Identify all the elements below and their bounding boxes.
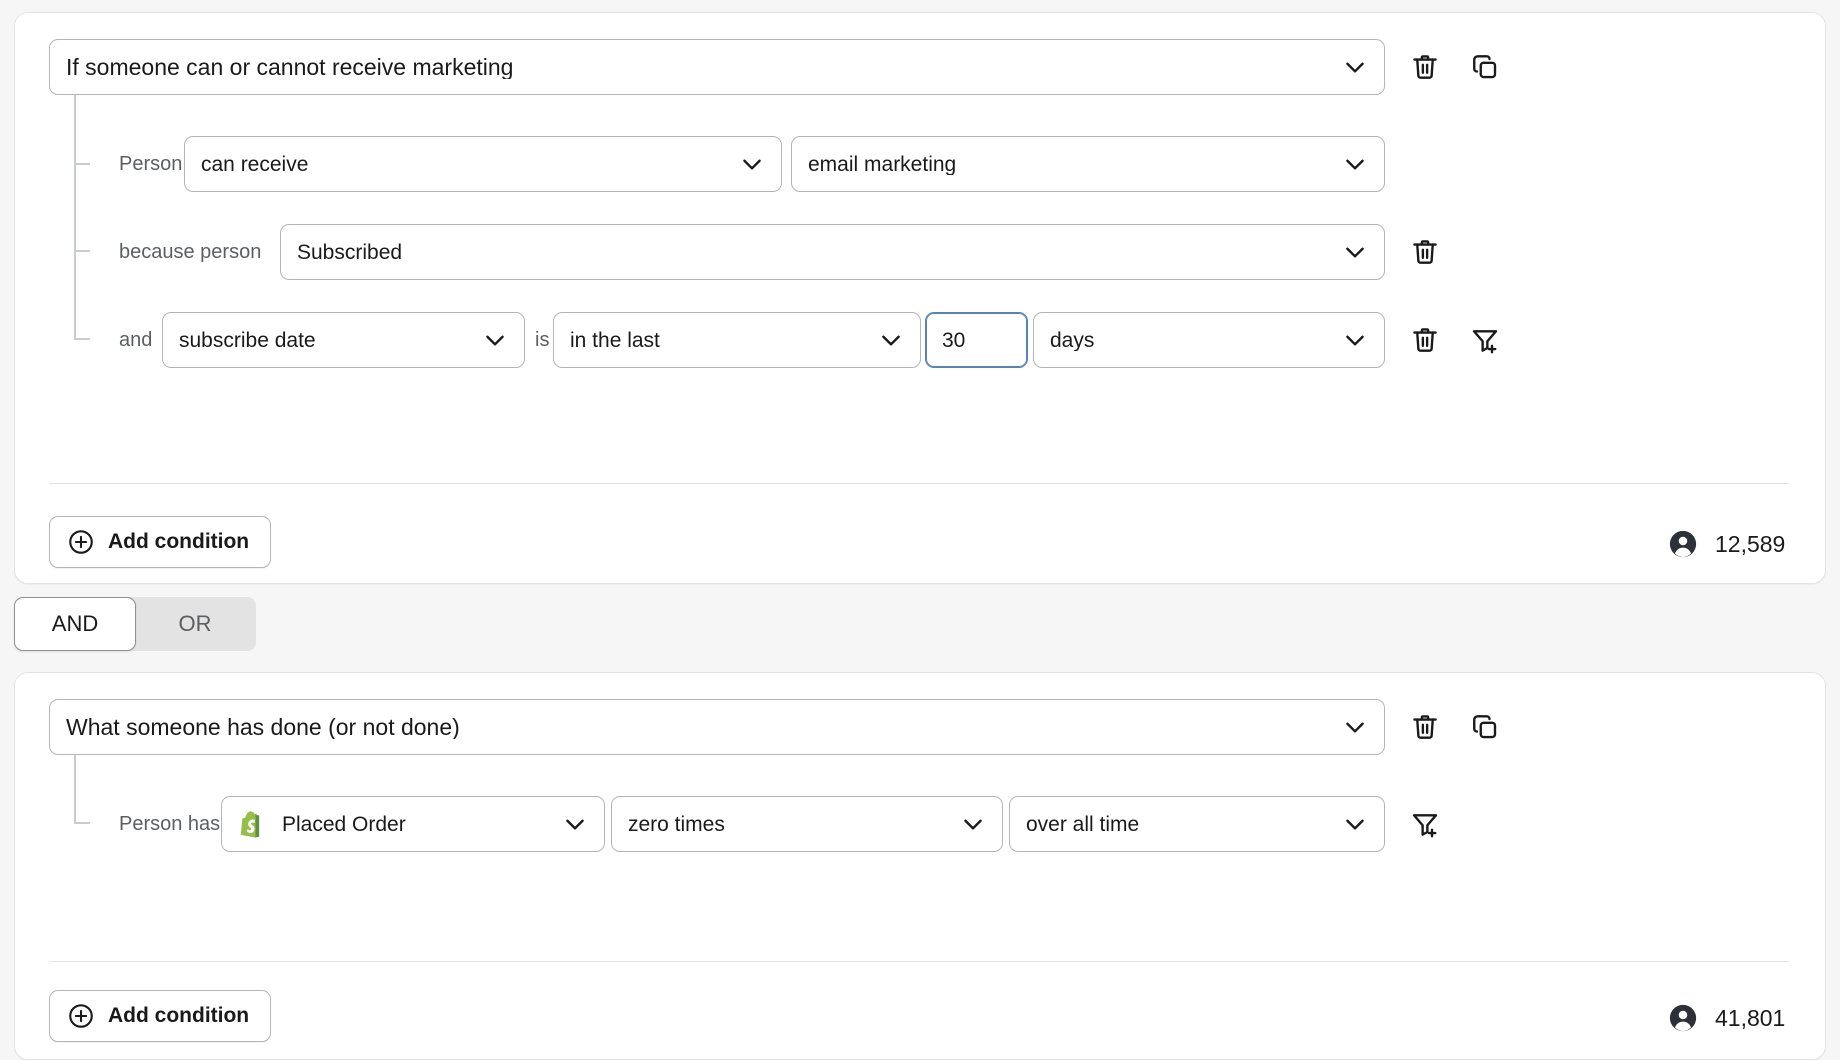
row-3-mid-label: is — [535, 325, 549, 355]
add-condition-label-1: Add condition — [108, 530, 249, 554]
trigger-select-1[interactable]: If someone can or cannot receive marketi… — [49, 39, 1385, 95]
add-condition-label-2: Add condition — [108, 1004, 249, 1028]
profile-count-1: 12,589 — [1668, 529, 1785, 559]
chevron-down-icon — [1342, 714, 1368, 740]
trash-icon — [1410, 712, 1440, 742]
duplicate-icon — [1470, 52, 1500, 82]
profile-count-2-value: 41,801 — [1715, 1005, 1785, 1032]
subscription-reason-value: Subscribed — [297, 242, 1332, 263]
marketing-channel-value: email marketing — [808, 154, 1332, 175]
chevron-down-icon — [739, 151, 765, 177]
chevron-down-icon — [878, 327, 904, 353]
duration-unit-value: days — [1050, 330, 1332, 351]
trash-icon — [1410, 325, 1440, 355]
person-icon-svg — [1668, 1003, 1698, 1033]
add-condition-button-1[interactable]: Add condition — [49, 516, 271, 568]
chevron-down-icon — [1342, 239, 1368, 265]
person-icon-svg — [1668, 529, 1698, 559]
duplicate-group-1-button[interactable] — [1463, 45, 1507, 89]
profile-count-1-value: 12,589 — [1715, 531, 1785, 558]
chevron-down-icon — [1342, 54, 1368, 80]
date-attribute-value: subscribe date — [179, 330, 472, 351]
card-2-footer-divider — [49, 961, 1789, 962]
person-permission-value: can receive — [201, 154, 729, 175]
date-operator-select[interactable]: in the last — [553, 312, 921, 368]
filter-plus-icon — [1470, 325, 1500, 355]
date-operator-value: in the last — [570, 330, 868, 351]
condition-group-2: What someone has done (or not done) Pers… — [14, 672, 1826, 1060]
delete-row-2-button[interactable] — [1403, 230, 1447, 274]
person-icon — [1668, 529, 1698, 559]
row-bracket-2 — [74, 755, 76, 823]
row-bracket-1 — [74, 95, 76, 339]
add-condition-button-2[interactable]: Add condition — [49, 990, 271, 1042]
row-3-label: and — [119, 325, 152, 355]
condition-group-1: If someone can or cannot receive marketi… — [14, 12, 1826, 584]
filter-plus-icon — [1410, 809, 1440, 839]
subscription-reason-select[interactable]: Subscribed — [280, 224, 1385, 280]
duration-unit-select[interactable]: days — [1033, 312, 1385, 368]
delete-group-1-button[interactable] — [1403, 45, 1447, 89]
chevron-down-icon — [1342, 327, 1368, 353]
row-tick-3 — [74, 338, 90, 340]
card-1-footer-divider — [49, 483, 1789, 484]
row-tick-2 — [74, 250, 90, 252]
delete-row-3-button[interactable] — [1403, 318, 1447, 362]
person-permission-select[interactable]: can receive — [184, 136, 782, 192]
date-attribute-select[interactable]: subscribe date — [162, 312, 525, 368]
frequency-value: zero times — [628, 814, 950, 835]
person-icon — [1668, 1003, 1698, 1033]
trigger-select-2[interactable]: What someone has done (or not done) — [49, 699, 1385, 755]
trash-icon — [1410, 52, 1440, 82]
plus-circle-icon — [67, 1002, 95, 1030]
row-tick-1 — [74, 163, 90, 165]
metric-value: Placed Order — [282, 814, 552, 835]
logic-and-option[interactable]: AND — [14, 597, 136, 651]
row-4-label: Person has — [119, 809, 220, 839]
chevron-down-icon — [1342, 811, 1368, 837]
row-tick-4 — [74, 822, 90, 824]
timeframe-value: over all time — [1026, 814, 1332, 835]
row-1-label: Person — [119, 149, 182, 179]
chevron-down-icon — [562, 811, 588, 837]
frequency-select[interactable]: zero times — [611, 796, 1003, 852]
trash-icon — [1410, 237, 1440, 267]
logic-operator-toggle[interactable]: AND OR — [14, 597, 256, 651]
duration-amount-input[interactable]: 30 — [925, 312, 1028, 368]
logic-or-option[interactable]: OR — [136, 597, 254, 651]
duration-amount-value: 30 — [942, 330, 1011, 351]
shopify-icon — [238, 809, 268, 839]
metric-select[interactable]: Placed Order — [221, 796, 605, 852]
profile-count-2: 41,801 — [1668, 1003, 1785, 1033]
row-2-label: because person — [119, 237, 261, 267]
chevron-down-icon — [1342, 151, 1368, 177]
plus-circle-icon — [67, 528, 95, 556]
add-filter-row-3-button[interactable] — [1463, 318, 1507, 362]
segment-builder-page: If someone can or cannot receive marketi… — [0, 0, 1840, 1060]
chevron-down-icon — [960, 811, 986, 837]
timeframe-select[interactable]: over all time — [1009, 796, 1385, 852]
duplicate-icon — [1470, 712, 1500, 742]
trigger-select-1-value: If someone can or cannot receive marketi… — [66, 56, 1332, 79]
add-filter-row-4-button[interactable] — [1403, 802, 1447, 846]
duplicate-group-2-button[interactable] — [1463, 705, 1507, 749]
delete-group-2-button[interactable] — [1403, 705, 1447, 749]
chevron-down-icon — [482, 327, 508, 353]
marketing-channel-select[interactable]: email marketing — [791, 136, 1385, 192]
trigger-select-2-value: What someone has done (or not done) — [66, 716, 1332, 739]
